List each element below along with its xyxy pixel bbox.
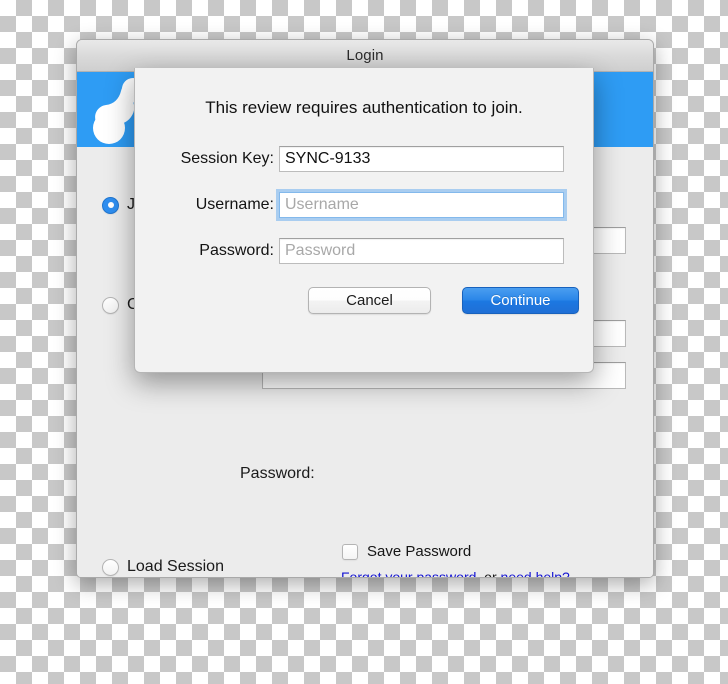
password-row: Password:: [151, 238, 564, 264]
sheet-continue-button[interactable]: Continue: [462, 287, 579, 314]
option-row-load-session[interactable]: Load Session: [102, 558, 224, 576]
option-label-load-session: Load Session: [127, 558, 224, 575]
save-password-row[interactable]: Save Password: [342, 543, 471, 560]
sheet-heading: This review requires authentication to j…: [205, 98, 523, 117]
need-help-link[interactable]: need help?: [501, 569, 570, 577]
username-input[interactable]: [279, 192, 564, 218]
password-input[interactable]: [279, 238, 564, 264]
save-password-label: Save Password: [367, 543, 472, 560]
forgot-password-link[interactable]: Forgot your password: [341, 569, 476, 577]
login-modal-sheet: This review requires authentication to j…: [134, 68, 594, 373]
username-row: Username:: [151, 192, 564, 218]
password-label: Password:: [199, 242, 274, 259]
sheet-cancel-button[interactable]: Cancel: [308, 287, 431, 314]
radio-join-session[interactable]: [102, 196, 119, 214]
session-key-label: Session Key:: [180, 150, 274, 167]
window-title: Login: [346, 47, 384, 64]
save-password-checkbox[interactable]: [342, 543, 358, 560]
account-help-links: Forgot your password, or need help?: [341, 569, 570, 578]
session-key-row: Session Key:: [151, 146, 564, 172]
background-password-label: Password:: [240, 465, 315, 482]
radio-create-account[interactable]: [102, 296, 119, 314]
session-key-input[interactable]: [279, 146, 564, 172]
username-label: Username:: [195, 196, 274, 213]
links-separator: , or: [476, 569, 501, 578]
radio-load-session[interactable]: [102, 558, 119, 576]
